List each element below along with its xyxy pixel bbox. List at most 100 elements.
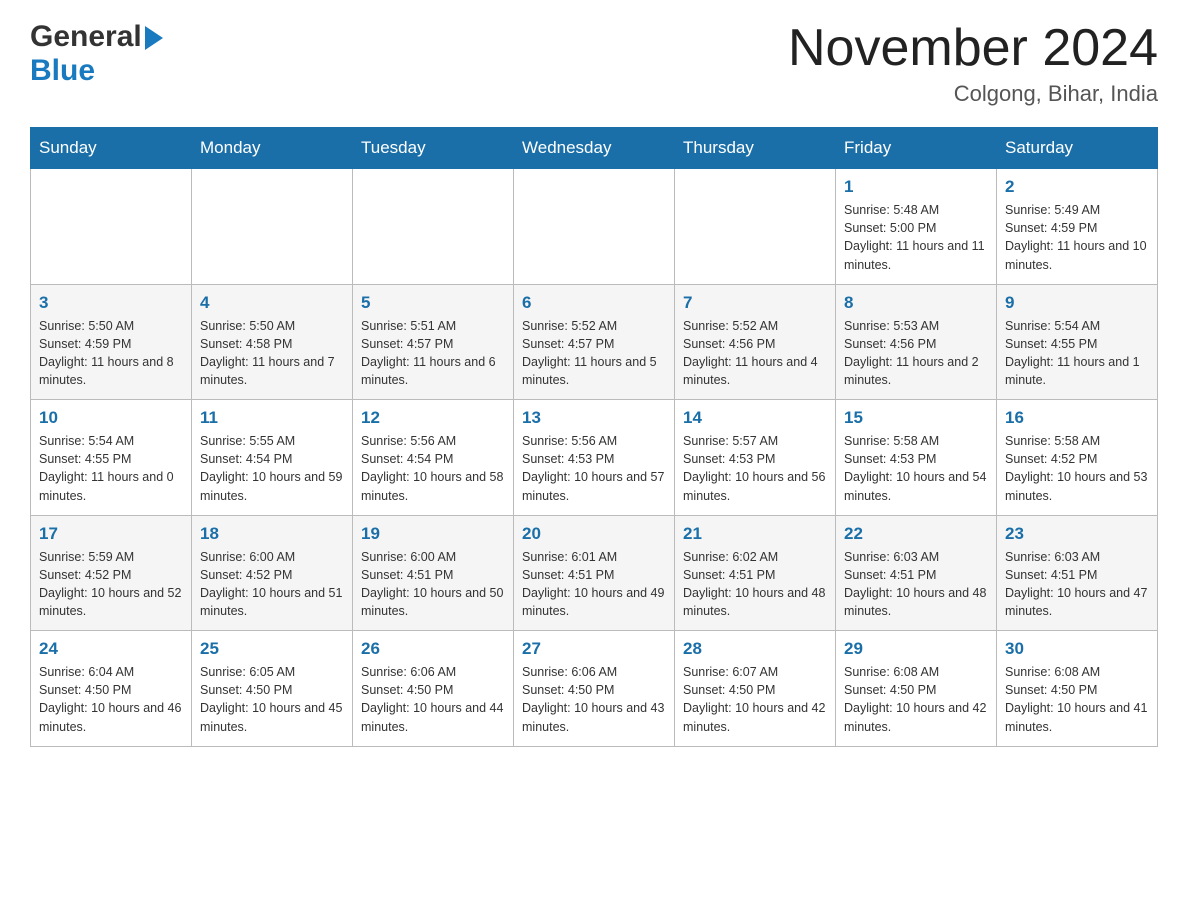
logo-blue-text: Blue [30,54,95,88]
day-number: 25 [200,639,344,659]
table-row: 10 Sunrise: 5:54 AMSunset: 4:55 PMDayligh… [31,400,192,516]
table-row: 16Sunrise: 5:58 AMSunset: 4:52 PMDayligh… [997,400,1158,516]
day-number: 17 [39,524,183,544]
day-info: Sunrise: 5:56 AMSunset: 4:53 PMDaylight:… [522,432,666,505]
day-number: 23 [1005,524,1149,544]
day-number: 18 [200,524,344,544]
day-info: Sunrise: 6:03 AMSunset: 4:51 PMDaylight:… [1005,548,1149,621]
header-thursday: Thursday [675,128,836,169]
header-tuesday: Tuesday [353,128,514,169]
day-info: Sunrise: 5:52 AMSunset: 4:57 PMDaylight:… [522,317,666,390]
day-number: 10 [39,408,183,428]
table-row: 3Sunrise: 5:50 AMSunset: 4:59 PMDaylight… [31,284,192,400]
day-number: 21 [683,524,827,544]
day-number: 4 [200,293,344,313]
day-number: 27 [522,639,666,659]
table-row: 4 Sunrise: 5:50 AMSunset: 4:58 PMDaylight… [192,284,353,400]
table-row: 28 Sunrise: 6:07 AMSunset: 4:50 PMDayligh… [675,631,836,747]
table-row: 20 Sunrise: 6:01 AMSunset: 4:51 PMDayligh… [514,515,675,631]
table-row: 14 Sunrise: 5:57 AMSunset: 4:53 PMDayligh… [675,400,836,516]
calendar-week-row: 1Sunrise: 5:48 AMSunset: 5:00 PMDaylight… [31,169,1158,285]
logo: General Blue [30,20,163,88]
table-row: 2 Sunrise: 5:49 AMSunset: 4:59 PMDaylight… [997,169,1158,285]
day-info: Sunrise: 5:49 AMSunset: 4:59 PMDaylight:… [1005,201,1149,274]
calendar-week-row: 24Sunrise: 6:04 AMSunset: 4:50 PMDayligh… [31,631,1158,747]
table-row [192,169,353,285]
day-info: Sunrise: 6:00 AMSunset: 4:52 PMDaylight:… [200,548,344,621]
calendar-week-row: 10 Sunrise: 5:54 AMSunset: 4:55 PMDayligh… [31,400,1158,516]
day-number: 19 [361,524,505,544]
table-row: 27 Sunrise: 6:06 AMSunset: 4:50 PMDayligh… [514,631,675,747]
header-monday: Monday [192,128,353,169]
month-title: November 2024 [788,20,1158,77]
header-sunday: Sunday [31,128,192,169]
header-saturday: Saturday [997,128,1158,169]
day-info: Sunrise: 6:05 AMSunset: 4:50 PMDaylight:… [200,663,344,736]
day-info: Sunrise: 6:06 AMSunset: 4:50 PMDaylight:… [522,663,666,736]
calendar-week-row: 17 Sunrise: 5:59 AMSunset: 4:52 PMDayligh… [31,515,1158,631]
table-row: 11Sunrise: 5:55 AMSunset: 4:54 PMDayligh… [192,400,353,516]
day-info: Sunrise: 5:58 AMSunset: 4:52 PMDaylight:… [1005,432,1149,505]
day-info: Sunrise: 5:59 AMSunset: 4:52 PMDaylight:… [39,548,183,621]
location-title: Colgong, Bihar, India [788,81,1158,107]
day-number: 28 [683,639,827,659]
day-info: Sunrise: 6:01 AMSunset: 4:51 PMDaylight:… [522,548,666,621]
day-info: Sunrise: 5:53 AMSunset: 4:56 PMDaylight:… [844,317,988,390]
table-row: 5 Sunrise: 5:51 AMSunset: 4:57 PMDaylight… [353,284,514,400]
day-info: Sunrise: 5:54 AMSunset: 4:55 PMDaylight:… [39,432,183,505]
table-row [353,169,514,285]
title-area: November 2024 Colgong, Bihar, India [788,20,1158,107]
table-row: 30 Sunrise: 6:08 AMSunset: 4:50 PMDayligh… [997,631,1158,747]
day-info: Sunrise: 5:48 AMSunset: 5:00 PMDaylight:… [844,201,988,274]
table-row: 21 Sunrise: 6:02 AMSunset: 4:51 PMDayligh… [675,515,836,631]
calendar-header-row: Sunday Monday Tuesday Wednesday Thursday… [31,128,1158,169]
day-number: 20 [522,524,666,544]
day-number: 22 [844,524,988,544]
day-number: 15 [844,408,988,428]
table-row: 12 Sunrise: 5:56 AMSunset: 4:54 PMDayligh… [353,400,514,516]
header: General Blue November 2024 Colgong, Biha… [30,20,1158,107]
day-number: 5 [361,293,505,313]
day-info: Sunrise: 6:06 AMSunset: 4:50 PMDaylight:… [361,663,505,736]
table-row: 18 Sunrise: 6:00 AMSunset: 4:52 PMDayligh… [192,515,353,631]
day-info: Sunrise: 6:08 AMSunset: 4:50 PMDaylight:… [1005,663,1149,736]
day-info: Sunrise: 5:50 AMSunset: 4:58 PMDaylight:… [200,317,344,390]
table-row: 6 Sunrise: 5:52 AMSunset: 4:57 PMDaylight… [514,284,675,400]
day-number: 30 [1005,639,1149,659]
day-number: 7 [683,293,827,313]
table-row: 13Sunrise: 5:56 AMSunset: 4:53 PMDayligh… [514,400,675,516]
table-row: 23 Sunrise: 6:03 AMSunset: 4:51 PMDayligh… [997,515,1158,631]
day-number: 8 [844,293,988,313]
logo-general-text: General [30,20,142,54]
day-number: 12 [361,408,505,428]
table-row [31,169,192,285]
table-row: 8 Sunrise: 5:53 AMSunset: 4:56 PMDaylight… [836,284,997,400]
table-row [675,169,836,285]
table-row: 25 Sunrise: 6:05 AMSunset: 4:50 PMDayligh… [192,631,353,747]
day-info: Sunrise: 5:51 AMSunset: 4:57 PMDaylight:… [361,317,505,390]
table-row: 9 Sunrise: 5:54 AMSunset: 4:55 PMDaylight… [997,284,1158,400]
table-row [514,169,675,285]
table-row: 29Sunrise: 6:08 AMSunset: 4:50 PMDayligh… [836,631,997,747]
day-number: 29 [844,639,988,659]
day-number: 24 [39,639,183,659]
header-wednesday: Wednesday [514,128,675,169]
table-row: 24Sunrise: 6:04 AMSunset: 4:50 PMDayligh… [31,631,192,747]
table-row: 19Sunrise: 6:00 AMSunset: 4:51 PMDayligh… [353,515,514,631]
calendar-table: Sunday Monday Tuesday Wednesday Thursday… [30,127,1158,747]
day-number: 14 [683,408,827,428]
day-info: Sunrise: 6:07 AMSunset: 4:50 PMDaylight:… [683,663,827,736]
table-row: 15Sunrise: 5:58 AMSunset: 4:53 PMDayligh… [836,400,997,516]
table-row: 26Sunrise: 6:06 AMSunset: 4:50 PMDayligh… [353,631,514,747]
day-info: Sunrise: 5:55 AMSunset: 4:54 PMDaylight:… [200,432,344,505]
day-info: Sunrise: 5:56 AMSunset: 4:54 PMDaylight:… [361,432,505,505]
day-info: Sunrise: 5:57 AMSunset: 4:53 PMDaylight:… [683,432,827,505]
day-number: 9 [1005,293,1149,313]
table-row: 7Sunrise: 5:52 AMSunset: 4:56 PMDaylight… [675,284,836,400]
day-info: Sunrise: 5:54 AMSunset: 4:55 PMDaylight:… [1005,317,1149,390]
day-number: 2 [1005,177,1149,197]
table-row: 17 Sunrise: 5:59 AMSunset: 4:52 PMDayligh… [31,515,192,631]
logo-arrow-icon [145,26,163,50]
day-number: 6 [522,293,666,313]
day-info: Sunrise: 6:02 AMSunset: 4:51 PMDaylight:… [683,548,827,621]
